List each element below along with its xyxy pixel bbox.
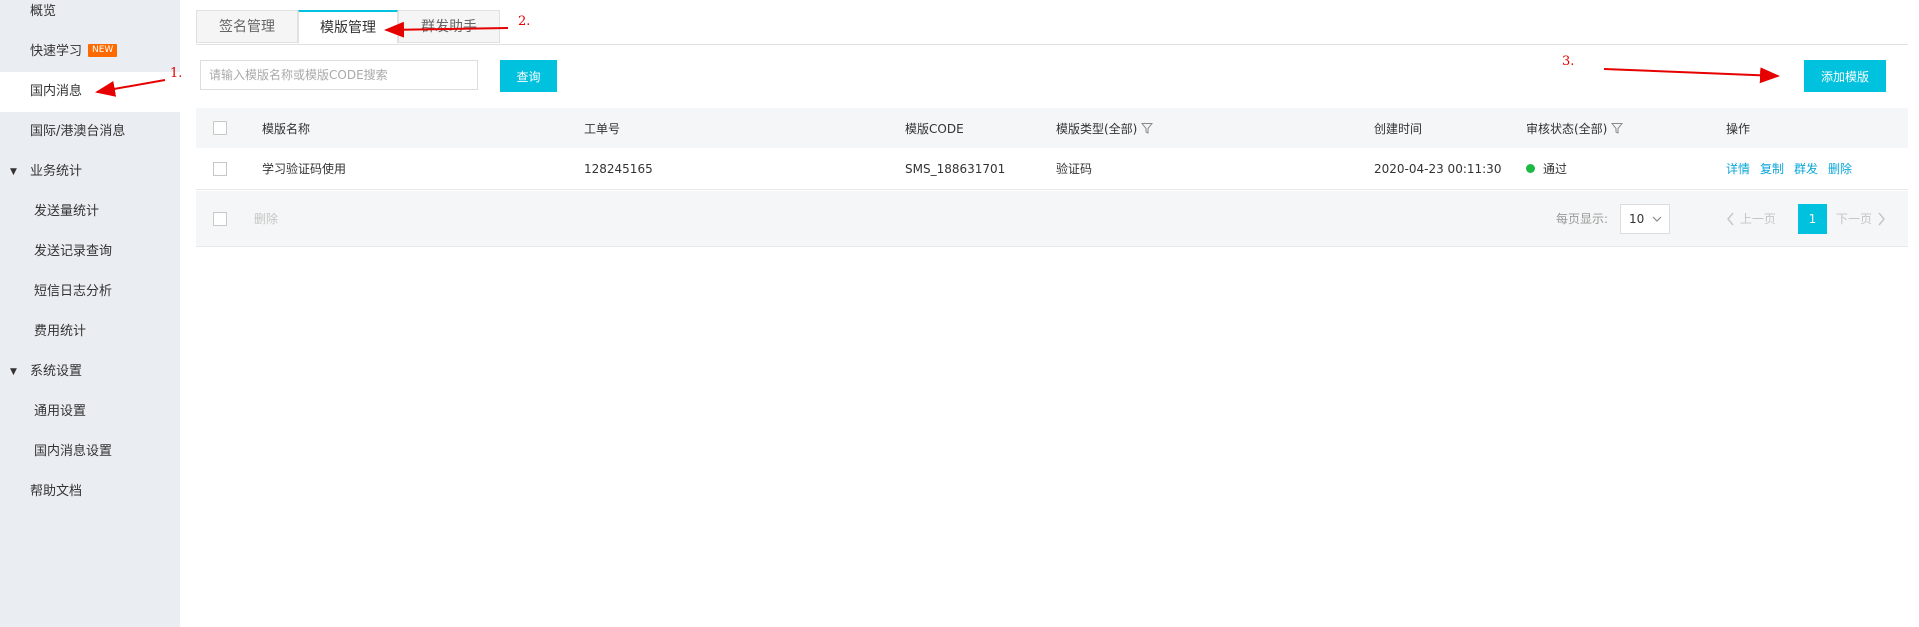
page-number-1[interactable]: 1	[1798, 204, 1827, 234]
sidebar-item-label: 费用统计	[34, 324, 87, 339]
batch-delete-button[interactable]: 删除	[254, 191, 278, 246]
detail-link[interactable]: 详情	[1726, 160, 1750, 177]
sidebar-group-system-settings[interactable]: ▼ 系统设置	[0, 352, 180, 392]
column-header-status-label: 审核状态(全部)	[1526, 121, 1608, 136]
next-page-label: 下一页	[1836, 212, 1873, 226]
column-header-type[interactable]: 模版类型(全部)	[1056, 108, 1154, 148]
tab-bar: 签名管理 模版管理 群发助手	[196, 10, 1908, 45]
column-header-name: 模版名称	[262, 121, 311, 136]
sidebar-item-overview[interactable]: 概览	[0, 0, 180, 32]
copy-link[interactable]: 复制	[1760, 160, 1784, 177]
sidebar-item-cost-stats[interactable]: 费用统计	[0, 312, 180, 352]
sidebar-item-domestic-message-settings[interactable]: 国内消息设置	[0, 432, 180, 472]
delete-link[interactable]: 删除	[1828, 160, 1852, 177]
sidebar-item-label: 概览	[30, 4, 57, 19]
sidebar-item-label: 国内消息设置	[34, 444, 113, 459]
sidebar: 概览 快速学习 NEW 国内消息 国际/港澳台消息 ▼ 业务统计 发送量统计 发送记…	[0, 0, 180, 627]
column-header-code: 模版CODE	[905, 121, 964, 136]
template-name: 学习验证码使用	[262, 162, 347, 176]
table-footer: 删除 每页显示: 10 上一页 1 下一页	[196, 191, 1908, 247]
status-ok-icon	[1526, 164, 1535, 173]
review-status: 通过	[1526, 148, 1567, 189]
sidebar-item-label: 系统设置	[30, 364, 83, 379]
sidebar-item-label: 帮助文档	[30, 484, 83, 499]
chevron-down-icon	[1652, 216, 1662, 222]
template-code: SMS_188631701	[905, 161, 1006, 176]
sidebar-item-label: 发送记录查询	[34, 244, 113, 259]
column-header-ticket: 工单号	[584, 121, 621, 136]
sidebar-item-label: 业务统计	[30, 164, 83, 179]
query-button[interactable]: 查询	[500, 60, 557, 92]
prev-page-label: 上一页	[1739, 212, 1776, 226]
prev-page-button[interactable]: 上一页	[1726, 204, 1776, 234]
column-header-type-label: 模版类型(全部)	[1056, 121, 1138, 136]
annotation-label-2: 2.	[518, 14, 531, 29]
bulk-send-link[interactable]: 群发	[1794, 160, 1818, 177]
page-size-select[interactable]: 10	[1620, 204, 1670, 234]
created-time: 2020-04-23 00:11:30	[1374, 161, 1502, 176]
sidebar-item-label: 国内消息	[30, 84, 83, 99]
row-checkbox[interactable]	[213, 161, 227, 176]
footer-select-all-checkbox[interactable]	[213, 211, 227, 226]
ticket-number: 128245165	[584, 161, 653, 176]
sidebar-item-send-records[interactable]: 发送记录查询	[0, 232, 180, 272]
review-status-label: 通过	[1543, 162, 1568, 176]
sidebar-item-sms-log-analysis[interactable]: 短信日志分析	[0, 272, 180, 312]
column-header-actions: 操作	[1726, 121, 1751, 136]
tab-label: 模版管理	[320, 20, 376, 36]
caret-down-icon: ▼	[10, 367, 17, 377]
annotation-label-1: 1.	[170, 66, 183, 81]
sidebar-item-label: 国际/港澳台消息	[30, 124, 126, 139]
sidebar-item-general-settings[interactable]: 通用设置	[0, 392, 180, 432]
column-header-status[interactable]: 审核状态(全部)	[1526, 108, 1624, 148]
tab-signature-management[interactable]: 签名管理	[196, 10, 298, 43]
sidebar-item-quick-learn[interactable]: 快速学习 NEW	[0, 32, 180, 72]
sidebar-item-send-volume[interactable]: 发送量统计	[0, 192, 180, 232]
select-all-checkbox[interactable]	[213, 121, 227, 135]
tab-bulk-send-assistant[interactable]: 群发助手	[398, 10, 500, 43]
page-size-value: 10	[1629, 212, 1645, 226]
sidebar-item-domestic-messages[interactable]: 国内消息	[0, 72, 180, 112]
sidebar-item-label: 短信日志分析	[34, 284, 113, 299]
table-row: 学习验证码使用 128245165 SMS_188631701 验证码 2020…	[196, 148, 1908, 190]
next-page-button[interactable]: 下一页	[1836, 204, 1886, 234]
caret-down-icon: ▼	[10, 167, 17, 177]
annotation-label-3: 3.	[1562, 54, 1575, 69]
sidebar-group-business-stats[interactable]: ▼ 业务统计	[0, 152, 180, 192]
filter-icon[interactable]	[1141, 122, 1154, 134]
tab-template-management[interactable]: 模版管理	[298, 10, 398, 44]
annotation-arrow-3	[1603, 67, 1780, 84]
chevron-right-icon	[1878, 212, 1885, 226]
template-search-input[interactable]	[200, 60, 478, 90]
sidebar-item-label: 快速学习	[30, 44, 83, 59]
sidebar-item-label: 通用设置	[34, 404, 87, 419]
template-type: 验证码	[1056, 162, 1093, 176]
table-header-row: 模版名称 工单号 模版CODE 模版类型(全部) 创建时间 审核状态(全部) 操…	[196, 108, 1908, 148]
annotation-arrows	[95, 21, 1780, 97]
row-actions: 详情 复制 群发 删除	[1726, 148, 1862, 189]
sidebar-item-label: 发送量统计	[34, 204, 100, 219]
sidebar-item-international-messages[interactable]: 国际/港澳台消息	[0, 112, 180, 152]
chevron-left-icon	[1727, 212, 1734, 226]
tab-label: 签名管理	[219, 19, 275, 35]
tab-label: 群发助手	[421, 19, 477, 35]
sidebar-item-help-docs[interactable]: 帮助文档	[0, 472, 180, 512]
filter-icon[interactable]	[1611, 122, 1624, 134]
page-size-label: 每页显示:	[1556, 212, 1609, 226]
add-template-button[interactable]: 添加模版	[1804, 60, 1886, 92]
column-header-created: 创建时间	[1374, 121, 1423, 136]
new-badge: NEW	[88, 44, 118, 57]
